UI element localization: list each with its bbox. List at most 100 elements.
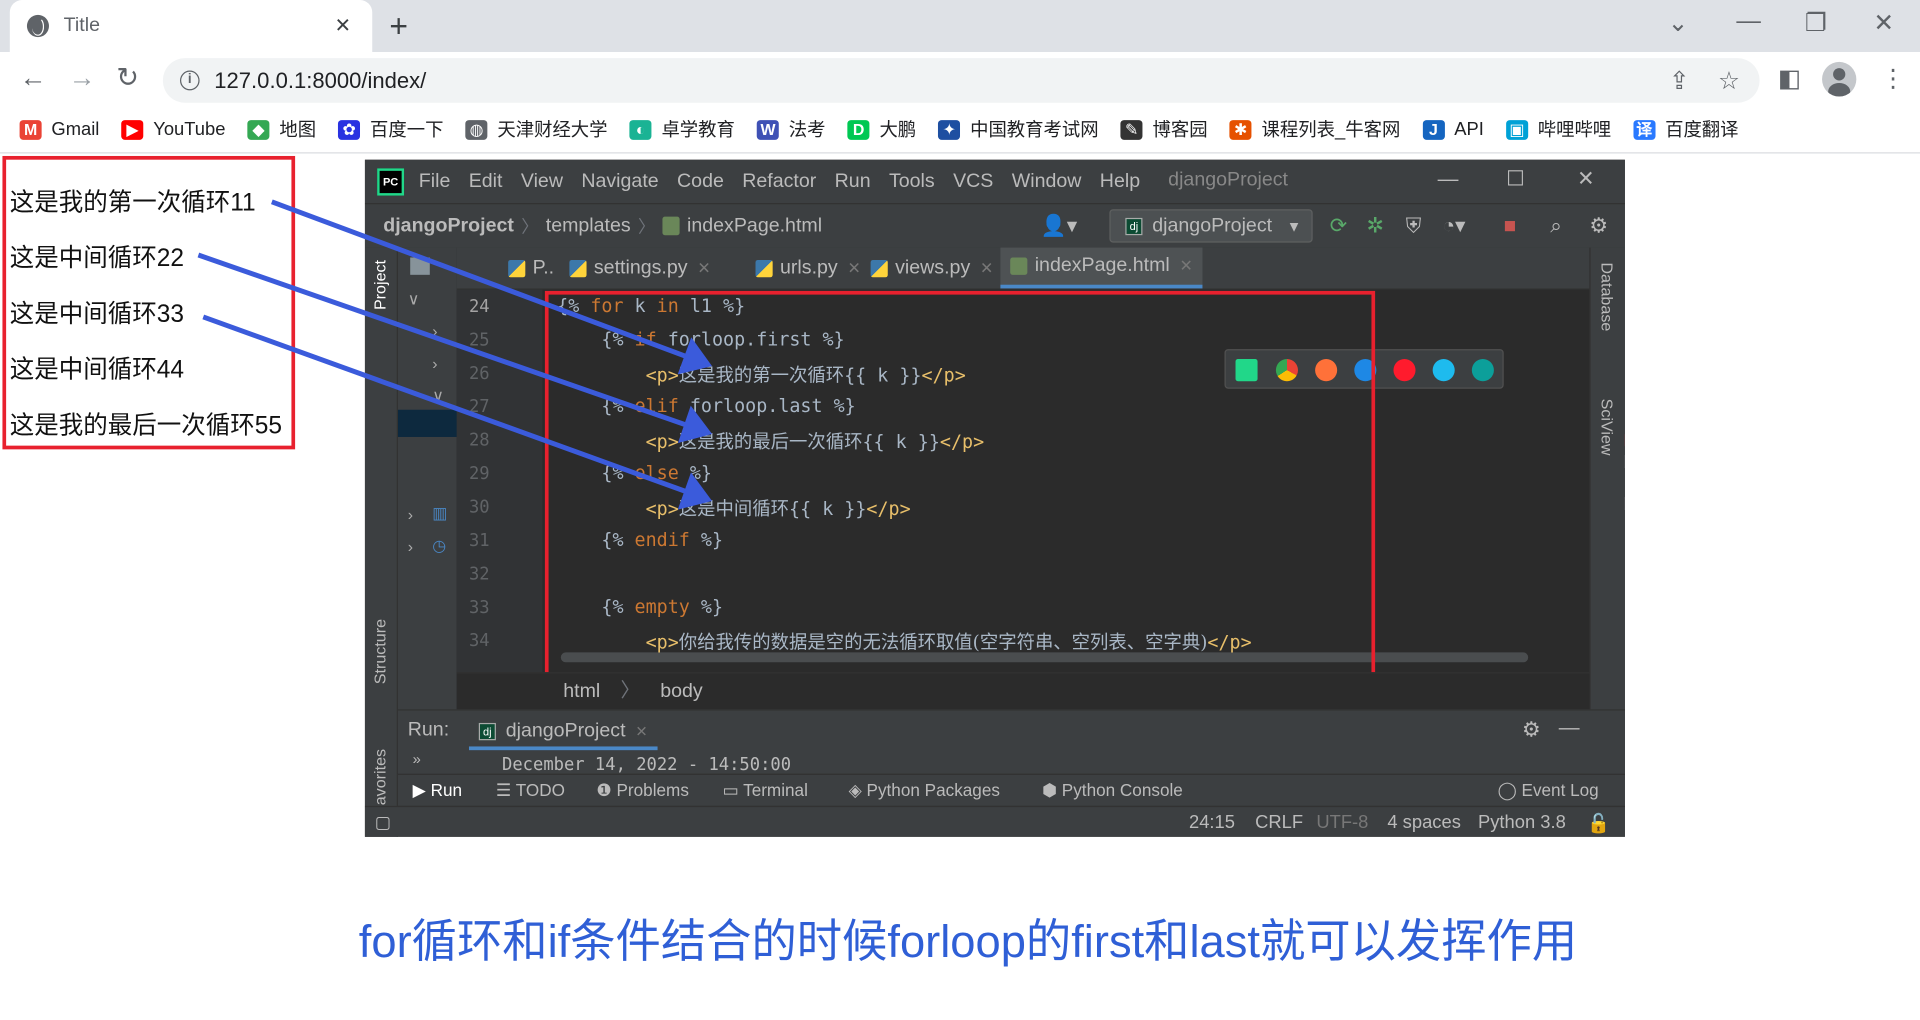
- ide-close-icon[interactable]: ✕: [1577, 167, 1594, 192]
- profile-avatar-icon[interactable]: [1822, 61, 1857, 97]
- share-icon[interactable]: ⇪: [1669, 66, 1690, 97]
- file-encoding[interactable]: UTF-8: [1316, 812, 1368, 833]
- close-window-icon[interactable]: ✕: [1873, 7, 1894, 38]
- close-icon[interactable]: ✕: [848, 258, 861, 278]
- editor-tab[interactable]: settings.py ✕: [560, 248, 721, 289]
- tool-tab-project[interactable]: Project: [371, 260, 389, 310]
- tool-tab-problems[interactable]: ❶ Problems: [596, 780, 689, 801]
- close-icon[interactable]: ✕: [1180, 256, 1193, 276]
- reload-icon[interactable]: ↻: [116, 62, 139, 94]
- breadcrumb-file[interactable]: indexPage.html: [687, 215, 822, 237]
- chevron-right-icon[interactable]: ›: [408, 505, 413, 524]
- forward-icon[interactable]: →: [69, 62, 96, 94]
- tab-close-icon[interactable]: ✕: [331, 14, 355, 39]
- browser-tab[interactable]: Title ✕: [9, 0, 373, 52]
- menu-help[interactable]: Help: [1100, 170, 1140, 192]
- run-tab-djangoproject[interactable]: dj djangoProject ✕: [468, 716, 658, 751]
- stop-icon[interactable]: ■: [1504, 214, 1517, 239]
- tool-tab-python-console[interactable]: ⬢ Python Console: [1042, 780, 1183, 801]
- bookmark-item[interactable]: M Gmail: [19, 119, 100, 140]
- tool-tab-todo[interactable]: ☰ TODO: [496, 780, 565, 801]
- bookmark-item[interactable]: ✿ 百度一下: [338, 116, 443, 142]
- editor-tab[interactable]: indexPage.html ✕: [1000, 247, 1203, 289]
- search-icon[interactable]: ⌕: [1550, 214, 1562, 239]
- restore-icon[interactable]: ❐: [1805, 7, 1827, 38]
- site-info-icon[interactable]: i: [180, 70, 200, 91]
- user-icon[interactable]: 👤▾: [1041, 214, 1077, 239]
- python-interpreter[interactable]: Python 3.8: [1478, 812, 1566, 833]
- rerun-icon[interactable]: ⟳: [1330, 214, 1347, 239]
- tool-tab-terminal[interactable]: ▭ Terminal: [722, 780, 807, 801]
- toggle-tool-windows-icon[interactable]: ▢: [375, 812, 391, 833]
- bookmark-item[interactable]: ◆ 地图: [247, 116, 316, 142]
- bookmark-item[interactable]: W 法考: [756, 116, 826, 142]
- close-icon[interactable]: ✕: [635, 722, 647, 739]
- event-log-button[interactable]: ◯ Event Log: [1498, 780, 1599, 801]
- address-bar[interactable]: i 127.0.0.1:8000/index/ ⇪ ☆: [162, 58, 1760, 103]
- chevron-down-icon[interactable]: ∨: [432, 386, 444, 406]
- settings-gear-icon[interactable]: ⚙: [1522, 718, 1541, 743]
- minimize-icon[interactable]: —: [1736, 7, 1760, 35]
- menu-view[interactable]: View: [521, 170, 563, 192]
- menu-run[interactable]: Run: [835, 170, 871, 192]
- chevron-down-icon[interactable]: ∨: [408, 290, 420, 310]
- bookmark-item[interactable]: ✱ 课程列表_牛客网: [1229, 116, 1400, 142]
- profile-icon[interactable]: ◔▾: [1442, 214, 1465, 239]
- expand-icon[interactable]: »: [413, 750, 421, 767]
- tool-tab-run[interactable]: ▶ Run: [413, 780, 462, 801]
- menu-vcs[interactable]: VCS: [953, 170, 993, 192]
- hide-panel-icon[interactable]: —: [1559, 716, 1580, 741]
- bookmark-item[interactable]: ▶ YouTube: [121, 119, 225, 140]
- editor-tab[interactable]: P..: [498, 248, 564, 289]
- line-separator[interactable]: CRLF: [1255, 812, 1303, 833]
- breadcrumb-templates[interactable]: templates: [546, 215, 631, 237]
- tab-search-icon[interactable]: ⌄: [1668, 7, 1689, 38]
- run-configuration-select[interactable]: dj djangoProject ▼: [1109, 209, 1313, 243]
- back-icon[interactable]: ←: [20, 62, 47, 94]
- menu-edit[interactable]: Edit: [469, 170, 503, 192]
- lock-icon[interactable]: 🔓: [1587, 812, 1610, 834]
- menu-refactor[interactable]: Refactor: [742, 170, 816, 192]
- edge-icon[interactable]: [1471, 358, 1494, 382]
- coverage-icon[interactable]: ⛨: [1406, 214, 1422, 239]
- bookmark-item[interactable]: D 大鹏: [847, 116, 916, 142]
- bookmark-item[interactable]: J API: [1422, 119, 1484, 140]
- selected-tree-row[interactable]: [397, 409, 457, 437]
- menu-navigate[interactable]: Navigate: [581, 170, 658, 192]
- chevron-right-icon[interactable]: ›: [432, 322, 437, 341]
- breadcrumb-html[interactable]: html: [563, 681, 600, 702]
- ie-icon[interactable]: [1432, 358, 1455, 382]
- debug-icon[interactable]: ✲: [1367, 214, 1384, 239]
- menu-kebab-icon[interactable]: ⋮: [1881, 63, 1905, 94]
- tool-tab-python-packages[interactable]: ◈ Python Packages: [849, 780, 1000, 801]
- tool-tab-sciview[interactable]: SciView: [1598, 399, 1616, 456]
- new-tab-button[interactable]: +: [389, 7, 408, 45]
- editor-tab[interactable]: urls.py ✕: [746, 248, 871, 289]
- bookmark-item[interactable]: ◐ 卓学教育: [629, 116, 735, 142]
- bookmark-item[interactable]: ✦ 中国教育考试网: [938, 116, 1099, 142]
- opera-icon[interactable]: [1393, 358, 1416, 382]
- menu-tools[interactable]: Tools: [889, 170, 935, 192]
- breadcrumb-body[interactable]: body: [660, 681, 702, 702]
- indent-setting[interactable]: 4 spaces: [1387, 812, 1461, 833]
- close-icon[interactable]: ✕: [697, 258, 710, 278]
- tool-tab-structure[interactable]: Structure: [371, 619, 389, 684]
- bookmark-item[interactable]: ▣ 哔哩哔哩: [1505, 116, 1611, 142]
- chevron-right-icon[interactable]: ›: [408, 537, 413, 556]
- editor-tab[interactable]: views.py ✕: [861, 248, 1003, 289]
- menu-code[interactable]: Code: [677, 170, 724, 192]
- side-panel-icon[interactable]: ◧: [1778, 63, 1801, 94]
- tool-tab-database[interactable]: Database: [1598, 262, 1616, 331]
- chevron-right-icon[interactable]: ›: [432, 354, 437, 373]
- ide-minimize-icon[interactable]: —: [1438, 167, 1459, 192]
- settings-gear-icon[interactable]: ⚙: [1589, 214, 1608, 239]
- bookmark-star-icon[interactable]: ☆: [1718, 66, 1740, 97]
- ide-maximize-icon[interactable]: ☐: [1506, 167, 1525, 192]
- cursor-position[interactable]: 24:15: [1189, 812, 1235, 833]
- bookmark-item[interactable]: ✎ 博客园: [1120, 116, 1208, 142]
- bookmark-item[interactable]: ◍ 天津财经大学: [465, 116, 608, 142]
- breadcrumb-project[interactable]: djangoProject: [383, 215, 514, 237]
- menu-window[interactable]: Window: [1012, 170, 1082, 192]
- url-text[interactable]: 127.0.0.1:8000/index/: [214, 67, 426, 93]
- bookmark-item[interactable]: 译百度翻译: [1633, 116, 1739, 142]
